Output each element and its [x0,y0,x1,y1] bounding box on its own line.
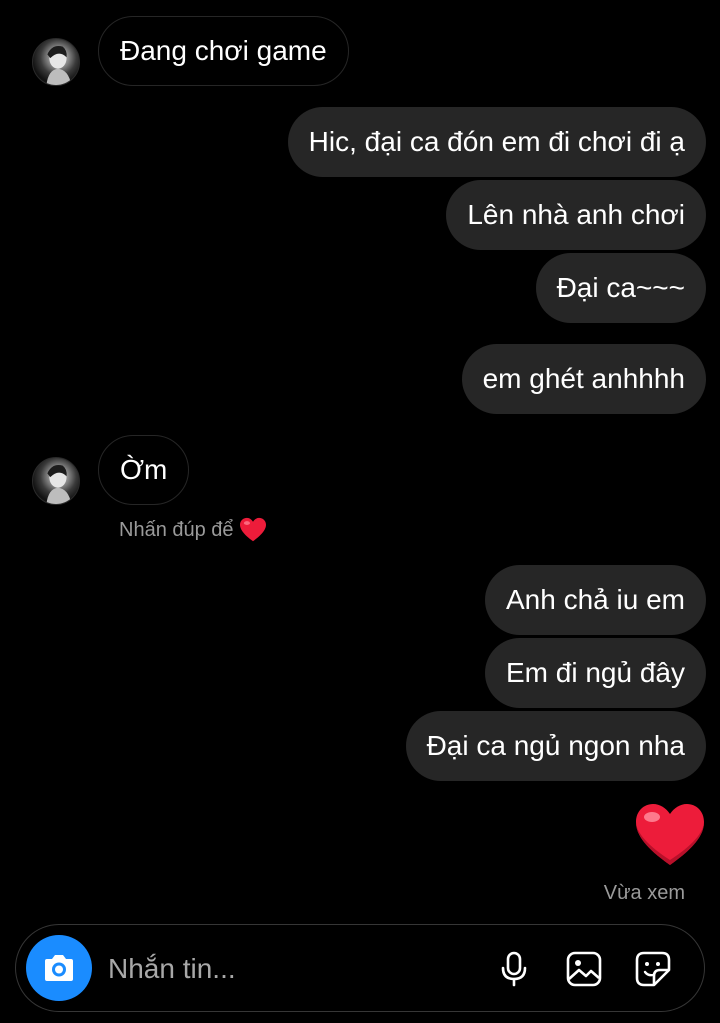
seen-status: Vừa xem [603,882,685,904]
outgoing-message[interactable]: Lên nhà anh chơi [446,180,706,250]
outgoing-message[interactable]: Hic, đại ca đón em đi chơi đi ạ [287,107,706,177]
sticker-button[interactable] [632,948,674,990]
sticker-icon [634,950,672,988]
heart-emoji-icon [239,517,267,543]
sender-avatar[interactable] [32,38,80,86]
microphone-button[interactable] [493,948,535,990]
incoming-message[interactable]: Ờm [98,435,190,505]
outgoing-message[interactable]: Em đi ngủ đây [485,638,706,708]
message-input[interactable] [108,947,468,991]
gallery-button[interactable] [563,948,605,990]
outgoing-message[interactable]: Đại ca~~~ [535,253,706,323]
microphone-icon [495,950,533,988]
outgoing-message[interactable]: Đại ca ngủ ngon nha [405,711,706,781]
double-tap-hint-text: Nhấn đúp để [119,518,234,541]
direct-message-screen: Đang chơi game Hic, đại ca đón em đi chơ… [0,0,720,1023]
gallery-icon [565,950,603,988]
incoming-message[interactable]: Đang chơi game [98,16,349,86]
camera-button[interactable] [26,935,92,1001]
sender-avatar[interactable] [32,457,80,505]
message-composer [15,924,705,1012]
outgoing-message[interactable]: em ghét anhhhh [461,344,706,414]
heart-emoji-icon[interactable] [634,802,706,868]
camera-icon [42,953,76,983]
outgoing-message[interactable]: Anh chả iu em [485,565,706,635]
double-tap-hint: Nhấn đúp để [119,514,267,546]
